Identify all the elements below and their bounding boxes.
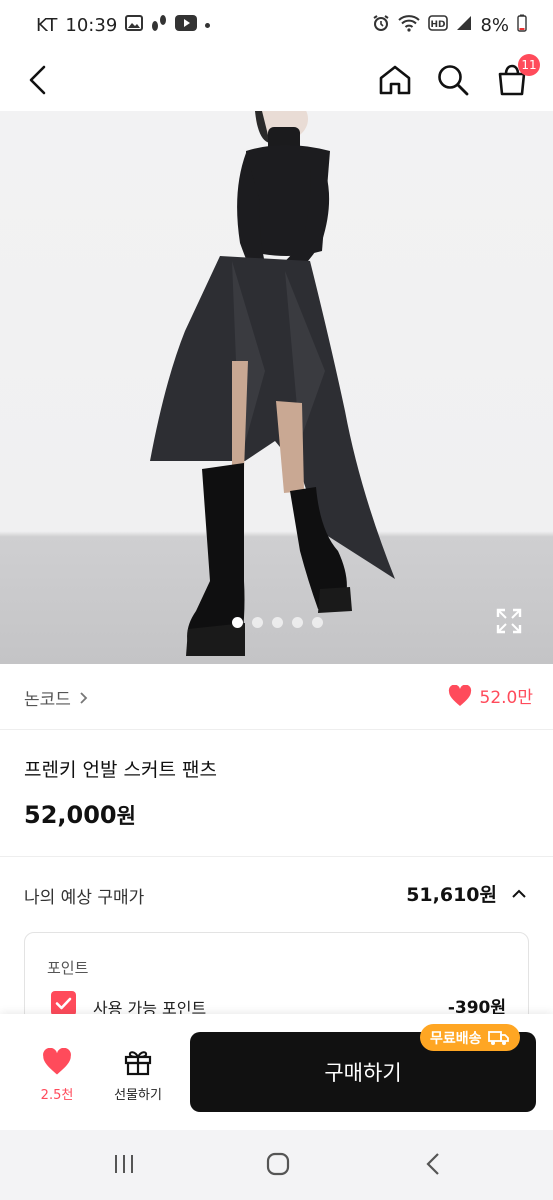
price-unit: 원 [116,804,136,828]
gift-label: 선물하기 [114,1088,162,1103]
points-section-label: 포인트 [47,959,89,977]
gift-button[interactable]: 선물하기 [106,1048,170,1103]
expand-image-button[interactable] [496,608,522,634]
cart-count-badge: 11 [518,54,540,76]
product-image-carousel[interactable] [0,111,553,664]
battery-icon [517,14,527,37]
battery-label: 8% [480,15,509,36]
svg-text:HD: HD [431,20,446,30]
recent-apps-icon[interactable] [112,1152,136,1176]
back-nav-icon[interactable] [423,1151,443,1177]
heart-icon [43,1047,71,1075]
price-value: 52,000 [24,801,117,829]
top-navigation: 11 [0,52,553,110]
carousel-dot-active [232,617,243,628]
gallery-notification-icon [125,14,144,37]
carousel-dot [312,617,323,628]
free-shipping-label: 무료배송 [430,1030,482,1047]
wishlist-count: 2.5천 [40,1088,74,1103]
checkmark-icon [55,997,72,1010]
carousel-dot [252,617,263,628]
product-photo [150,111,395,656]
brand-row: 논코드 52.0만 [0,665,553,730]
carousel-dot [272,617,283,628]
search-button[interactable] [433,60,473,100]
brand-link[interactable]: 논코드 [24,685,89,710]
product-price: 52,000원 [24,800,136,830]
steps-notification-icon [151,14,167,37]
home-icon [379,65,411,95]
more-notifications-icon [205,23,211,28]
chevron-up-icon [512,889,526,898]
cart-button[interactable]: 11 [492,54,540,100]
brand-like-button[interactable]: 52.0만 [448,683,534,708]
free-shipping-badge: 무료배송 [420,1024,520,1051]
estimate-label: 나의 예상 구매가 [24,888,145,908]
use-points-checkbox[interactable] [51,991,76,1016]
carousel-indicator [232,617,323,628]
system-navigation-bar [0,1130,553,1200]
expand-icon [496,608,522,634]
delivery-truck-icon [487,1030,509,1045]
chevron-right-icon [80,691,88,704]
divider [0,856,553,857]
back-arrow-icon [29,65,46,95]
back-button[interactable] [18,60,58,100]
brand-likes-count: 52.0만 [479,688,534,708]
alarm-icon [372,14,390,37]
search-icon [438,65,469,96]
hd-voice-icon: HD [428,15,449,36]
wifi-icon [398,14,421,37]
signal-icon [456,15,472,36]
buy-label: 구매하기 [324,1061,402,1085]
clock: 10:39 [65,15,118,36]
youtube-notification-icon [175,15,198,36]
status-bar: KT 10:39 HD 8% [0,0,553,52]
gift-icon [124,1051,152,1076]
carousel-dot [292,617,303,628]
home-button[interactable] [375,60,415,100]
carrier-label: KT [36,15,58,36]
brand-name: 논코드 [24,690,71,710]
home-nav-icon[interactable] [265,1151,291,1177]
wishlist-button[interactable]: 2.5천 [34,1047,80,1103]
estimate-value: 51,610원 [406,884,497,906]
heart-icon [448,684,471,706]
product-title: 프렌키 언발 스커트 팬츠 [24,759,217,781]
estimate-toggle[interactable]: 51,610원 [406,880,527,907]
